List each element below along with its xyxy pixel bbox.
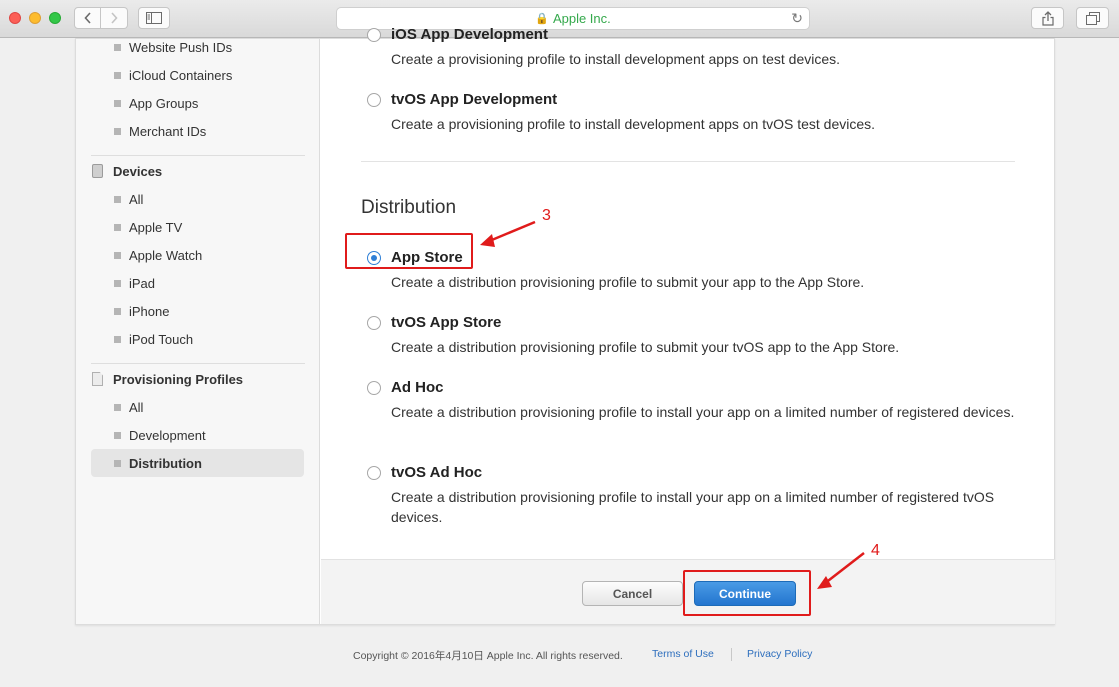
reload-icon[interactable]: ↻ — [791, 10, 803, 27]
bullet-icon — [114, 127, 121, 135]
radio-button[interactable] — [367, 316, 381, 330]
sidebar-item-website-push-ids[interactable]: Website Push IDs — [114, 37, 232, 57]
footer-separator — [731, 648, 732, 661]
sidebar: Website Push IDs iCloud Containers App G… — [76, 39, 320, 624]
annotation-box-continue — [683, 570, 811, 616]
sidebar-item-app-groups[interactable]: App Groups — [114, 93, 198, 113]
main-content: iOS App Development Create a provisionin… — [361, 26, 1015, 525]
forward-button[interactable] — [101, 7, 128, 29]
sidebar-header-devices: Devices — [92, 161, 162, 181]
window-close-button[interactable] — [9, 12, 21, 24]
bullet-icon — [114, 71, 121, 79]
sidebar-item-profiles-all[interactable]: All — [114, 397, 143, 417]
share-button[interactable] — [1031, 7, 1064, 29]
section-title-distribution: Distribution — [361, 197, 457, 218]
annotation-step-3-label: 3 — [542, 207, 551, 224]
bullet-icon — [114, 99, 121, 107]
sidebar-item-apple-tv[interactable]: Apple TV — [114, 217, 182, 237]
privacy-policy-link[interactable]: Privacy Policy — [747, 648, 812, 660]
copyright-text: Copyright © 2016年4月10日 Apple Inc. All ri… — [353, 650, 623, 662]
annotation-box-app-store — [345, 233, 473, 269]
bullet-icon — [114, 251, 121, 259]
bullet-icon — [114, 335, 121, 343]
sidebar-item-profiles-development[interactable]: Development — [114, 425, 206, 445]
radio-button[interactable] — [367, 381, 381, 395]
browser-toolbar: 🔒 Apple Inc. ↻ — [0, 0, 1119, 38]
navigation-buttons — [74, 7, 128, 29]
sidebar-item-profiles-distribution[interactable]: Distribution — [114, 453, 202, 473]
bullet-icon — [114, 43, 121, 51]
address-text: Apple Inc. — [552, 11, 611, 26]
bullet-icon — [114, 279, 121, 287]
cancel-button[interactable]: Cancel — [582, 581, 683, 606]
back-button[interactable] — [74, 7, 101, 29]
lock-icon: 🔒 — [535, 13, 549, 25]
sidebar-item-ipad[interactable]: iPad — [114, 273, 155, 293]
sidebar-item-iphone[interactable]: iPhone — [114, 301, 169, 321]
show-tabs-button[interactable] — [1076, 7, 1109, 29]
sidebar-item-devices-all[interactable]: All — [114, 189, 143, 209]
sidebar-header-provisioning-profiles: Provisioning Profiles — [92, 369, 243, 389]
bullet-icon — [114, 195, 121, 203]
document-icon — [92, 372, 103, 386]
sidebar-divider — [91, 363, 305, 364]
bullet-icon — [114, 459, 121, 467]
window-minimize-button[interactable] — [29, 12, 41, 24]
sidebar-toggle-button[interactable] — [138, 7, 170, 29]
bullet-icon — [114, 307, 121, 315]
chevron-left-icon — [83, 12, 91, 24]
sidebar-icon — [146, 12, 162, 24]
page-card: Website Push IDs iCloud Containers App G… — [75, 26, 1055, 625]
annotation-step-4-label: 4 — [871, 542, 880, 559]
bullet-icon — [114, 431, 121, 439]
radio-button[interactable] — [367, 28, 381, 42]
sidebar-item-ipod-touch[interactable]: iPod Touch — [114, 329, 193, 349]
bullet-icon — [114, 223, 121, 231]
terms-of-use-link[interactable]: Terms of Use — [652, 648, 714, 660]
device-icon — [92, 164, 103, 178]
sidebar-item-apple-watch[interactable]: Apple Watch — [114, 245, 202, 265]
sidebar-divider — [91, 155, 305, 156]
sidebar-item-icloud-containers[interactable]: iCloud Containers — [114, 65, 232, 85]
radio-button[interactable] — [367, 466, 381, 480]
section-divider — [361, 161, 1015, 162]
chevron-right-icon — [111, 12, 118, 24]
radio-button[interactable] — [367, 93, 381, 107]
tabs-icon — [1085, 11, 1100, 25]
share-icon — [1041, 10, 1054, 26]
sidebar-item-merchant-ids[interactable]: Merchant IDs — [114, 121, 206, 141]
bullet-icon — [114, 403, 121, 411]
window-zoom-button[interactable] — [49, 12, 61, 24]
